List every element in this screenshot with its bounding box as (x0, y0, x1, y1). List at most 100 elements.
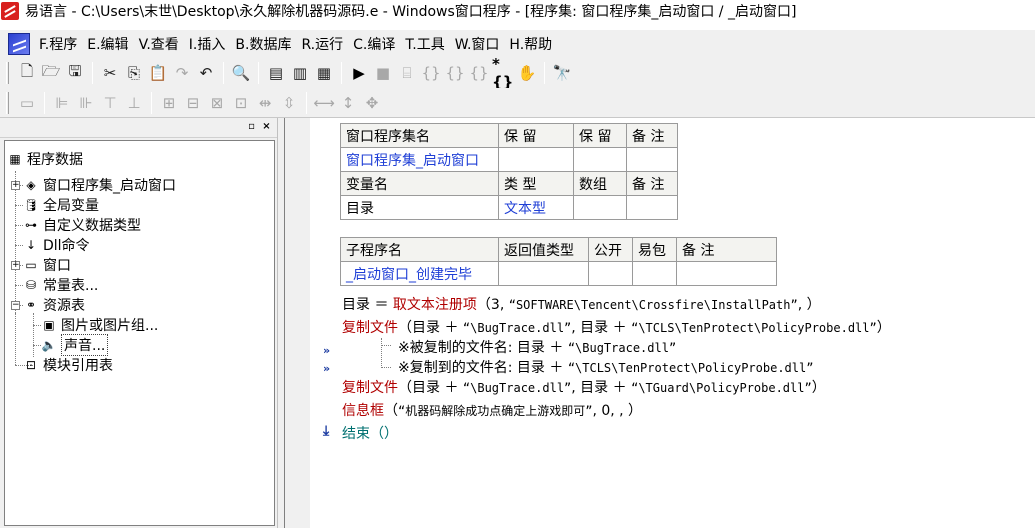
expand-toggle[interactable]: + (11, 261, 20, 270)
align-bottom-icon[interactable]: ⊥ (123, 92, 145, 114)
center-vertical-icon[interactable]: ⊟ (182, 92, 204, 114)
param-expand-icon[interactable]: » (323, 362, 330, 375)
same-width-icon[interactable]: ⟷ (313, 92, 335, 114)
paste-icon[interactable]: 📋 (147, 62, 169, 84)
align-top-icon[interactable]: ⊤ (99, 92, 121, 114)
menu-compile[interactable]: C.编译 (348, 34, 400, 54)
debug-icon[interactable]: ⌸ (396, 62, 418, 84)
find-icon[interactable]: 🔍 (230, 62, 252, 84)
code-line[interactable]: 信息框（“机器码解除成功点确定上游戏即可”, 0, , ） (342, 400, 642, 420)
center-horizontal-icon[interactable]: ⊞ (158, 92, 180, 114)
function-name: 复制文件 (342, 320, 398, 336)
assembly-table: 窗口程序集名 保 留 保 留 备 注 窗口程序集_启动窗口 变量名 类 型 数组… (340, 123, 678, 220)
copy-icon[interactable]: ⎘ (123, 62, 145, 84)
table-cell[interactable] (626, 147, 678, 172)
tree-item-resources[interactable]: ⚭ 资源表 (23, 295, 85, 315)
run-to-cursor-icon[interactable]: *{} (492, 55, 514, 91)
layout-view-3-icon[interactable]: ▦ (313, 62, 335, 84)
step-into-icon[interactable]: {} (420, 62, 442, 84)
menu-tools[interactable]: T.工具 (400, 34, 449, 54)
menu-database[interactable]: B.数据库 (230, 34, 296, 54)
table-header: 保 留 (573, 123, 627, 148)
run-icon[interactable]: ▶ (348, 62, 370, 84)
same-height-icon[interactable]: ↕ (337, 92, 359, 114)
align-right-icon[interactable]: ⊪ (75, 92, 97, 114)
string-literal: “\TCLS\TenProtect\PolicyProbe.dll” (631, 321, 877, 335)
table-cell[interactable] (588, 261, 633, 286)
string-literal: “机器码解除成功点确定上游戏即可” (398, 404, 593, 418)
redo-icon[interactable]: ↷ (171, 62, 193, 84)
param-expand-icon[interactable]: » (323, 344, 330, 357)
table-cell[interactable] (573, 195, 627, 220)
tree-item-constants[interactable]: ⛁ 常量表... (23, 275, 98, 295)
code-line[interactable]: 复制文件（目录 ＋ “\BugTrace.dll”, 目录 ＋ “\TCLS\T… (342, 317, 891, 337)
space-horizontal-icon[interactable]: ⇹ (254, 92, 276, 114)
tree-item-pictures[interactable]: ▣ 图片或图片组... (41, 315, 158, 335)
collapse-toggle[interactable]: − (11, 301, 20, 310)
code-line[interactable]: 结束（） (342, 423, 398, 443)
variable-name-cell[interactable]: 目录 (340, 195, 499, 220)
menu-help[interactable]: H.帮助 (504, 34, 557, 54)
table-cell[interactable] (498, 147, 574, 172)
code-line[interactable]: 目录 ＝ 取文本注册项（3, “SOFTWARE\Tencent\Crossfi… (342, 294, 821, 314)
cut-icon[interactable]: ✂ (99, 62, 121, 84)
tree-item-modules[interactable]: ⊡ 模块引用表 (23, 355, 113, 375)
menu-program[interactable]: F.程序 (34, 34, 82, 54)
string-literal: “\TCLS\TenProtect\PolicyProbe.dll” (567, 361, 814, 375)
code-line[interactable]: 复制文件（目录 ＋ “\BugTrace.dll”, 目录 ＋ “\TGuard… (342, 377, 826, 397)
tree-item-assembly[interactable]: ◈ 窗口程序集_启动窗口 (23, 175, 176, 195)
table-cell[interactable] (626, 195, 678, 220)
align-toolbar: ▭ ⊫ ⊪ ⊤ ⊥ ⊞ ⊟ ⊠ ⊡ ⇹ ⇳ ⟷ ↕ ✥ (0, 88, 1035, 118)
project-tree[interactable]: + + − ▦ 程序数据 ◈ 窗口程序集_启动窗口 🛢 全局变量 ⊶ 自定义数据… (4, 140, 275, 526)
tree-item-globals[interactable]: 🛢 全局变量 (23, 195, 99, 215)
tree-root[interactable]: ▦ 程序数据 (7, 149, 83, 169)
tree-item-window[interactable]: ▭ 窗口 (23, 255, 71, 275)
align-left-icon[interactable]: ⊫ (51, 92, 73, 114)
param-line[interactable]: ※复制到的文件名: 目录 ＋ “\TCLS\TenProtect\PolicyP… (398, 357, 813, 377)
menu-run[interactable]: R.运行 (296, 34, 348, 54)
space-vertical-icon[interactable]: ⇳ (278, 92, 300, 114)
distribute-horizontal-icon[interactable]: ⊠ (206, 92, 228, 114)
open-folder-icon[interactable]: 🗁 (40, 62, 62, 84)
save-icon[interactable]: 🖫 (64, 62, 86, 84)
undo-icon[interactable]: ↶ (195, 62, 217, 84)
tree-line (15, 225, 23, 226)
same-size-icon[interactable]: ✥ (361, 92, 383, 114)
menu-view[interactable]: V.查看 (134, 34, 184, 54)
step-over-icon[interactable]: {} (444, 62, 466, 84)
distribute-vertical-icon[interactable]: ⊡ (230, 92, 252, 114)
align-grid-icon[interactable]: ▭ (16, 92, 38, 114)
table-cell[interactable] (498, 261, 589, 286)
table-cell[interactable] (573, 147, 627, 172)
param-line[interactable]: ※被复制的文件名: 目录 ＋ “\BugTrace.dll” (398, 337, 676, 357)
step-out-icon[interactable]: {} (468, 62, 490, 84)
panel-close-button[interactable]: × (260, 121, 273, 134)
toolbar-grip[interactable] (6, 91, 9, 114)
menu-insert[interactable]: I.插入 (184, 34, 231, 54)
tree-item-custom-types[interactable]: ⊶ 自定义数据类型 (23, 215, 141, 235)
subroutine-name-cell[interactable]: _启动窗口_创建完毕 (340, 261, 499, 286)
hand-icon[interactable]: ✋ (516, 62, 538, 84)
assembly-name-cell[interactable]: 窗口程序集_启动窗口 (340, 147, 499, 172)
layout-view-1-icon[interactable]: ▤ (265, 62, 287, 84)
ide-logo-icon[interactable] (8, 33, 30, 55)
tree-line (15, 245, 23, 246)
panel-restore-button[interactable]: ▫ (245, 121, 258, 134)
toolbar-grip[interactable] (6, 62, 9, 84)
tree-item-label: 自定义数据类型 (43, 218, 141, 234)
layout-view-2-icon[interactable]: ▥ (289, 62, 311, 84)
variable-type-cell[interactable]: 文本型 (498, 195, 574, 220)
help-binoculars-icon[interactable]: 🔭 (551, 62, 573, 84)
menu-window[interactable]: W.窗口 (450, 34, 505, 54)
tree-item-dll[interactable]: ↓ Dll命令 (23, 235, 90, 255)
new-file-icon[interactable]: 🗋 (16, 62, 38, 84)
tree-item-sounds[interactable]: 🔈 声音... (41, 334, 109, 356)
function-name: 复制文件 (342, 380, 398, 396)
table-cell[interactable] (632, 261, 677, 286)
table-cell[interactable] (676, 261, 777, 286)
breakpoint-arrow-icon[interactable]: ⤓ (323, 423, 329, 439)
stop-icon[interactable]: ■ (372, 62, 394, 84)
panel-splitter[interactable] (277, 118, 285, 528)
expand-toggle[interactable]: + (11, 181, 20, 190)
menu-edit[interactable]: E.编辑 (82, 34, 133, 54)
